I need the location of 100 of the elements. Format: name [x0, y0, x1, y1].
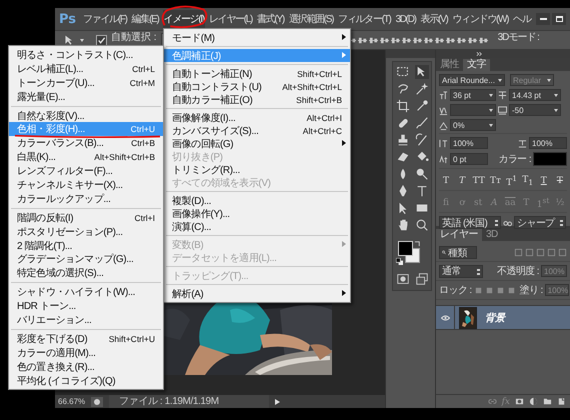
antialias-select[interactable]: シャープ: [514, 216, 566, 229]
menu-item[interactable]: 自動コントラスト(U) Alt+Shift+Ctrl+L: [164, 80, 350, 93]
type-icon[interactable]: [414, 184, 428, 198]
menu-item[interactable]: ヘル: [512, 10, 532, 28]
menu-item[interactable]: ウィンドウ(W): [452, 10, 510, 28]
tsume-select[interactable]: 0%: [450, 119, 496, 131]
menu-item[interactable]: 彩度を下げる(D) Shift+Ctrl+U: [9, 332, 163, 346]
font-size-select[interactable]: 36 pt: [450, 89, 496, 101]
menu-item[interactable]: 3D(D): [394, 12, 417, 26]
align-icon[interactable]: [424, 36, 433, 44]
menu-item[interactable]: レベル補正(L)... Ctrl+L: [9, 62, 163, 76]
zoom-icon[interactable]: [414, 218, 428, 232]
caret-icon[interactable]: [80, 38, 84, 42]
menu-item[interactable]: 明るさ・コントラスト(C)...: [9, 48, 163, 62]
panel-tab[interactable]: 3D: [482, 229, 502, 241]
text-style-button[interactable]: TT: [472, 176, 485, 186]
menu-item[interactable]: バリエーション...: [9, 313, 163, 327]
menu-item[interactable]: 平均化 (イコライズ)(Q): [9, 374, 163, 388]
menu-item[interactable]: 色の置き換え(R)...: [9, 360, 163, 374]
vertical-scale-field[interactable]: 100%: [450, 137, 488, 149]
maximize-button[interactable]: [552, 13, 566, 25]
crop-icon[interactable]: [396, 99, 410, 113]
menu-item[interactable]: HDR トーン...: [9, 299, 163, 314]
stamp-icon[interactable]: [396, 133, 410, 147]
blend-mode-select[interactable]: 通常: [439, 264, 483, 278]
menu-item[interactable]: 露光量(E)...: [9, 90, 163, 104]
panel-tab[interactable]: 文字: [463, 59, 490, 71]
align-icon[interactable]: [478, 36, 488, 44]
menu-item[interactable]: 選択範囲(S): [288, 10, 334, 28]
text-style-button[interactable]: T$^{1}$: [506, 174, 518, 188]
text-color-swatch[interactable]: [533, 152, 567, 166]
text-style-button[interactable]: T: [538, 176, 550, 186]
align-icon[interactable]: [446, 36, 455, 44]
menu-item[interactable]: 演算(C)...: [164, 220, 350, 233]
screen-mode-icon[interactable]: [414, 272, 428, 286]
text-style-button[interactable]: T$_{1}$: [522, 175, 534, 187]
align-icon[interactable]: [412, 36, 422, 44]
menu-item[interactable]: ファイル(F): [82, 10, 128, 28]
menu-item[interactable]: 自然な彩度(V)...: [9, 108, 163, 122]
baseline-shift-field[interactable]: 0 pt: [450, 153, 488, 165]
menu-item[interactable]: フィルター(T): [337, 10, 392, 28]
app-logo[interactable]: Ps: [59, 12, 76, 26]
eye-icon[interactable]: [440, 314, 450, 320]
menu-item[interactable]: 特定色域の選択(S)...: [9, 266, 163, 280]
eyedropper-icon[interactable]: [414, 99, 428, 113]
menu-item[interactable]: 編集(E): [130, 10, 160, 28]
new-layer-icon[interactable]: [557, 397, 566, 406]
menu-item[interactable]: レイヤー(L): [208, 10, 254, 28]
text-style-button[interactable]: T: [456, 176, 468, 186]
collapse-icon[interactable]: [476, 51, 483, 57]
align-icon[interactable]: [380, 36, 389, 44]
play-arrow-icon[interactable]: [275, 398, 280, 404]
menu-item[interactable]: 画像の回転(G): [164, 137, 350, 150]
align-icon[interactable]: [358, 36, 367, 44]
layer-row[interactable]: 背景: [436, 305, 570, 330]
language-select[interactable]: 英語 (米国): [439, 216, 501, 229]
folder-icon[interactable]: [543, 397, 552, 406]
magic-wand-icon[interactable]: [414, 82, 428, 96]
menu-item[interactable]: カラーバランス(B)... Ctrl+B: [9, 136, 163, 150]
leading-select[interactable]: 14.43 pt: [509, 89, 561, 101]
align-icon[interactable]: [368, 36, 378, 44]
menu-item[interactable]: 自動トーン補正(N) Shift+Ctrl+L: [164, 67, 350, 80]
menu-item[interactable]: 自動カラー補正(O) Shift+Ctrl+B: [164, 93, 350, 106]
text-style-button[interactable]: Tᴛ: [490, 176, 502, 186]
menu-item[interactable]: トーンカーブ(U)... Ctrl+M: [9, 76, 163, 90]
menu-item[interactable]: シャドウ・ハイライト(W)...: [9, 285, 163, 300]
menu-item[interactable]: チャンネルミキサー(X)...: [9, 178, 163, 192]
adjustment-icon[interactable]: [529, 397, 538, 406]
menu-item[interactable]: トリミング(R)...: [164, 163, 350, 176]
font-family-select[interactable]: Arial Rounde...: [439, 74, 505, 86]
align-icon[interactable]: [390, 36, 400, 44]
filter-kind-select[interactable]: 種類: [439, 246, 477, 259]
menu-item[interactable]: 階調の反転(I) Ctrl+I: [9, 210, 163, 225]
quick-mask-icon[interactable]: [396, 272, 410, 286]
menu-item[interactable]: 表示(V): [420, 10, 448, 28]
menu-item[interactable]: ポスタリゼーション(P)...: [9, 224, 163, 239]
align-icon[interactable]: [434, 36, 444, 44]
menu-item[interactable]: グラデーションマップ(G)...: [9, 252, 163, 266]
menu-item[interactable]: 書式(Y): [256, 10, 285, 28]
eraser-icon[interactable]: [396, 150, 410, 164]
dodge-icon[interactable]: [414, 167, 428, 181]
horizontal-scale-field[interactable]: 100%: [529, 137, 567, 149]
align-icon[interactable]: [456, 36, 466, 44]
tracking-select[interactable]: -50: [509, 104, 561, 116]
marquee-icon[interactable]: [396, 65, 410, 79]
history-brush-icon[interactable]: [414, 133, 428, 147]
align-icon[interactable]: [468, 36, 477, 44]
lasso-icon[interactable]: [396, 82, 410, 96]
default-colors-icon[interactable]: [396, 258, 403, 265]
align-icon[interactable]: [402, 36, 411, 44]
menu-item[interactable]: 白黒(K)... Alt+Shift+Ctrl+B: [9, 150, 163, 164]
menu-item[interactable]: 解析(A): [164, 287, 350, 300]
menu-item[interactable]: 画像操作(Y)...: [164, 207, 350, 220]
text-style-button[interactable]: T: [554, 176, 566, 186]
menu-item[interactable]: カラーの適用(M)...: [9, 346, 163, 360]
foreground-color-swatch[interactable]: [398, 241, 413, 256]
menu-item[interactable]: モード(M): [164, 31, 350, 44]
menu-item[interactable]: 画像解像度(I)... Alt+Ctrl+I: [164, 111, 350, 124]
menu-item[interactable]: カラールックアップ...: [9, 192, 163, 206]
menu-item[interactable]: 複製(D)...: [164, 194, 350, 207]
